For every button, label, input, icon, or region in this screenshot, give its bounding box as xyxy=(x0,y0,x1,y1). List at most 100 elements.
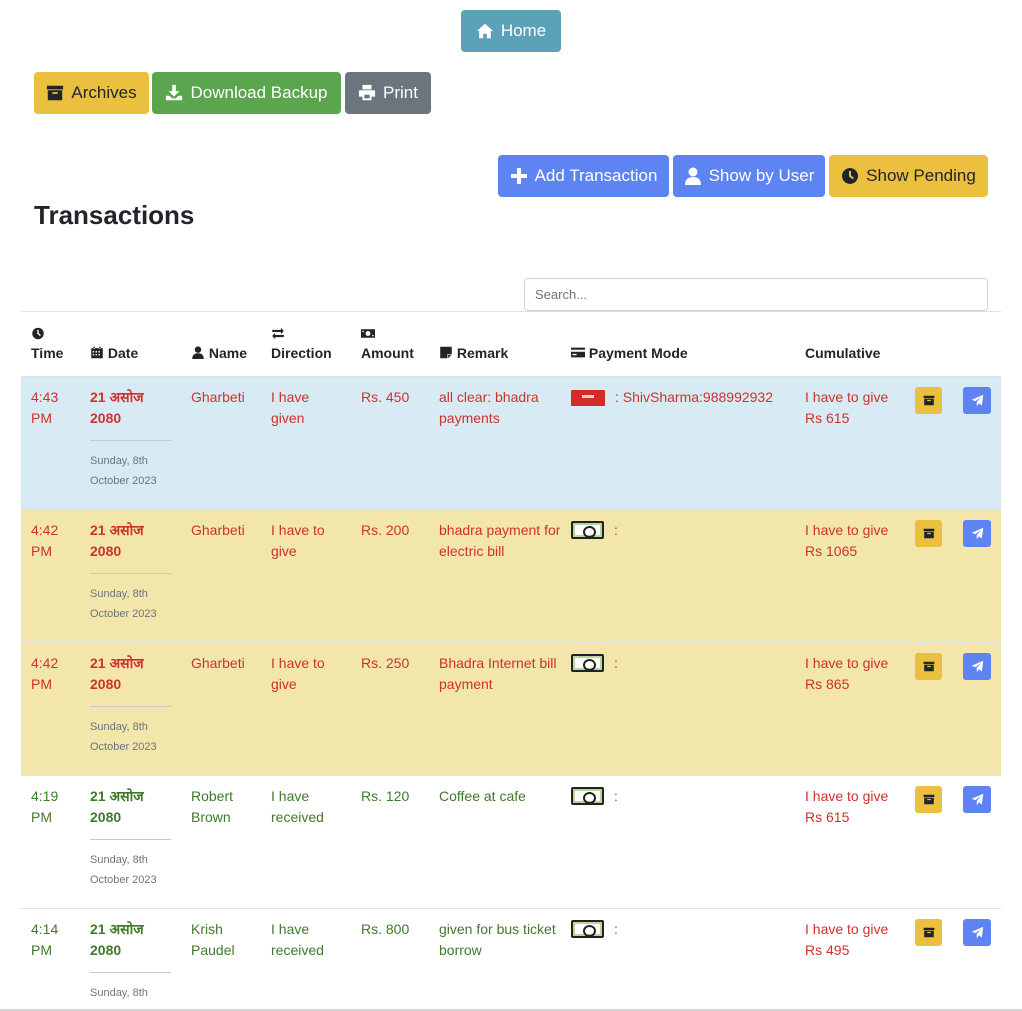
time-cell: 4:19 PM xyxy=(31,788,59,825)
user-icon xyxy=(192,346,204,359)
archives-button[interactable]: Archives xyxy=(34,72,149,114)
archive-row-button[interactable] xyxy=(915,387,942,414)
date-divider xyxy=(90,972,171,973)
send-row-button[interactable] xyxy=(963,520,991,547)
date-cell: 21 असोज 2080 Sunday, 8th October 2023 xyxy=(90,653,172,757)
show-by-user-button[interactable]: Show by User xyxy=(673,155,825,197)
send-row-button[interactable] xyxy=(963,387,991,414)
cash-payment-icon xyxy=(571,920,604,938)
cumulative-cell: I have to give Rs 615 xyxy=(805,389,889,426)
time-cell: 4:42 PM xyxy=(31,522,59,559)
archive-icon xyxy=(923,794,934,805)
name-cell: Gharbeti xyxy=(191,522,245,538)
send-row-button[interactable] xyxy=(963,786,991,813)
time-cell: 4:43 PM xyxy=(31,389,59,426)
home-button[interactable]: Home xyxy=(461,10,561,52)
download-backup-button[interactable]: Download Backup xyxy=(152,72,341,114)
user-icon xyxy=(684,167,701,185)
nepali-date: 21 असोज 2080 xyxy=(90,921,144,958)
remark-cell: Bhadra Internet bill payment xyxy=(439,655,557,692)
remark-cell: all clear: bhadra payments xyxy=(439,389,539,426)
archive-icon xyxy=(47,85,64,101)
remark-cell: given for bus ticket borrow xyxy=(439,921,556,958)
english-date: Sunday, 8th October 2023 xyxy=(90,455,157,487)
archive-row-button[interactable] xyxy=(915,786,942,813)
english-date: Sunday, 8th October 2023 xyxy=(90,721,157,753)
paper-plane-icon xyxy=(971,926,983,939)
page-title: Transactions xyxy=(34,200,195,230)
table-row: 4:42 PM 21 असोज 2080 Sunday, 8th October… xyxy=(21,509,1001,642)
payment-detail: : xyxy=(614,921,618,937)
time-cell: 4:14 PM xyxy=(31,921,59,958)
show-pending-button[interactable]: Show Pending xyxy=(829,155,988,197)
direction-cell: I have received xyxy=(271,921,324,958)
transactions-table: Time Date Name Direction Amount Remark P… xyxy=(21,311,1001,1011)
date-divider xyxy=(90,706,171,707)
remark-cell: bhadra payment for electric bill xyxy=(439,522,561,559)
add-transaction-label: Add Transaction xyxy=(534,166,658,185)
payment-mode-cell: : xyxy=(571,786,791,807)
name-cell: Robert Brown xyxy=(191,788,234,825)
remark-cell: Coffee at cafe xyxy=(439,788,526,804)
paper-plane-icon xyxy=(971,660,983,673)
date-divider xyxy=(90,573,171,574)
paper-plane-icon xyxy=(971,394,983,407)
header-date[interactable]: Date xyxy=(90,324,138,364)
cumulative-cell: I have to give Rs 865 xyxy=(805,655,889,692)
name-cell: Gharbeti xyxy=(191,389,245,405)
home-icon xyxy=(476,23,493,39)
payment-mode-cell: : ShivSharma:988992932 xyxy=(571,387,791,408)
amount-cell: Rs. 250 xyxy=(361,655,410,671)
archive-row-button[interactable] xyxy=(915,520,942,547)
payment-detail: : ShivSharma:988992932 xyxy=(615,389,773,405)
clock-icon xyxy=(842,168,859,184)
table-row: 4:19 PM 21 असोज 2080 Sunday, 8th October… xyxy=(21,775,1001,908)
direction-cell: I have to give xyxy=(271,655,325,692)
header-payment-mode[interactable]: Payment Mode xyxy=(571,324,688,364)
nepali-date: 21 असोज 2080 xyxy=(90,522,144,559)
credit-card-icon xyxy=(571,347,585,358)
cumulative-cell: I have to give Rs 495 xyxy=(805,921,889,958)
header-amount[interactable]: Amount xyxy=(361,324,414,364)
payment-detail: : xyxy=(614,522,618,538)
time-cell: 4:42 PM xyxy=(31,655,59,692)
name-cell: Gharbeti xyxy=(191,655,245,671)
money-icon xyxy=(361,329,375,338)
print-label: Print xyxy=(383,83,418,102)
search-input[interactable] xyxy=(524,278,988,311)
plus-icon xyxy=(510,168,527,184)
paper-plane-icon xyxy=(971,793,983,806)
clock-icon xyxy=(32,327,44,340)
exchange-icon xyxy=(272,327,284,340)
amount-cell: Rs. 450 xyxy=(361,389,410,405)
show-pending-label: Show Pending xyxy=(866,166,976,185)
show-by-user-label: Show by User xyxy=(708,166,815,185)
name-cell: Krish Paudel xyxy=(191,921,235,958)
date-cell: 21 असोज 2080 Sunday, 8th xyxy=(90,919,172,1003)
archives-label: Archives xyxy=(71,83,137,102)
table-row: 4:14 PM 21 असोज 2080 Sunday, 8th Krish P… xyxy=(21,908,1001,1011)
download-backup-label: Download Backup xyxy=(190,83,328,102)
calendar-icon xyxy=(91,346,103,359)
payment-detail: : xyxy=(614,655,618,671)
direction-cell: I have to give xyxy=(271,522,325,559)
header-time[interactable]: Time xyxy=(31,324,63,364)
archive-row-button[interactable] xyxy=(915,653,942,680)
nepali-date: 21 असोज 2080 xyxy=(90,788,144,825)
english-date: Sunday, 8th October 2023 xyxy=(90,588,157,620)
cumulative-cell: I have to give Rs 615 xyxy=(805,788,889,825)
header-cumulative[interactable]: Cumulative xyxy=(805,324,880,364)
archive-row-button[interactable] xyxy=(915,919,942,946)
add-transaction-button[interactable]: Add Transaction xyxy=(498,155,669,197)
amount-cell: Rs. 120 xyxy=(361,788,410,804)
amount-cell: Rs. 800 xyxy=(361,921,410,937)
send-row-button[interactable] xyxy=(963,919,991,946)
payment-mode-cell: : xyxy=(571,653,791,674)
header-remark[interactable]: Remark xyxy=(439,324,508,364)
send-row-button[interactable] xyxy=(963,653,991,680)
header-direction[interactable]: Direction xyxy=(271,324,332,364)
header-name[interactable]: Name xyxy=(191,324,247,364)
archive-icon xyxy=(923,528,934,539)
print-button[interactable]: Print xyxy=(345,72,431,114)
date-cell: 21 असोज 2080 Sunday, 8th October 2023 xyxy=(90,387,172,491)
